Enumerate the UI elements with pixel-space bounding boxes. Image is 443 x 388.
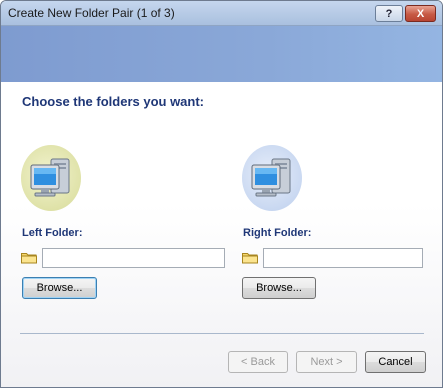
left-browse-label: Browse... bbox=[36, 282, 83, 294]
title-bar[interactable]: Create New Folder Pair (1 of 3) ? X bbox=[1, 1, 442, 26]
next-button[interactable]: Next > bbox=[296, 351, 357, 373]
right-folder-path-input[interactable] bbox=[263, 248, 423, 268]
help-button[interactable]: ? bbox=[375, 5, 403, 22]
close-icon: X bbox=[416, 7, 425, 20]
header-banner bbox=[1, 26, 442, 82]
window-title: Create New Folder Pair (1 of 3) bbox=[8, 6, 175, 20]
left-folder-label: Left Folder: bbox=[22, 227, 83, 239]
next-label: Next > bbox=[310, 356, 343, 368]
computer-icon bbox=[251, 158, 291, 197]
right-computer-bubble bbox=[242, 145, 302, 211]
right-browse-button[interactable]: Browse... bbox=[242, 277, 316, 299]
left-browse-button[interactable]: Browse... bbox=[22, 277, 97, 299]
folder-icon bbox=[242, 253, 258, 264]
back-label: < Back bbox=[241, 356, 275, 368]
right-browse-label: Browse... bbox=[256, 282, 302, 294]
close-button[interactable]: X bbox=[405, 5, 436, 22]
left-computer-bubble bbox=[21, 145, 81, 211]
footer-divider bbox=[20, 333, 424, 334]
help-icon: ? bbox=[385, 7, 393, 20]
folder-icon bbox=[21, 253, 37, 264]
computer-icon bbox=[30, 158, 70, 197]
page-heading: Choose the folders you want: bbox=[22, 94, 205, 109]
cancel-label: Cancel bbox=[378, 356, 413, 368]
create-folder-pair-dialog: Create New Folder Pair (1 of 3) ? X Choo… bbox=[0, 0, 443, 388]
cancel-button[interactable]: Cancel bbox=[365, 351, 426, 373]
back-button[interactable]: < Back bbox=[228, 351, 288, 373]
right-folder-label: Right Folder: bbox=[243, 227, 312, 239]
left-folder-path-input[interactable] bbox=[42, 248, 225, 268]
